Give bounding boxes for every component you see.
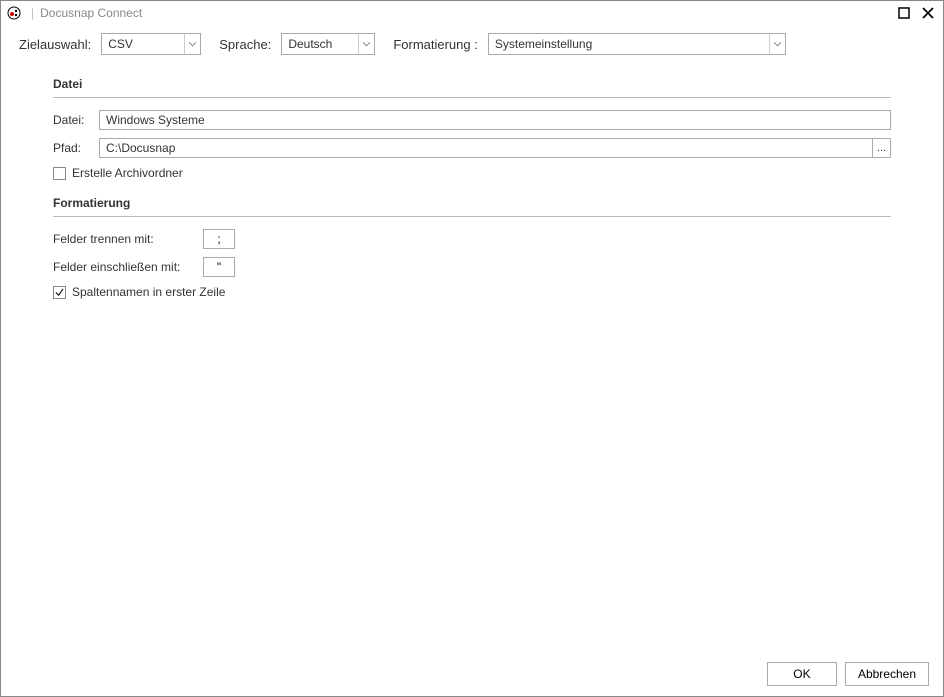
zielauswahl-combo[interactable]: CSV: [101, 33, 201, 55]
chevron-down-icon[interactable]: [184, 34, 200, 54]
formatierung-label: Formatierung :: [393, 37, 478, 52]
datei-section: Datei Datei: Pfad: ... Erstelle Archivor…: [1, 67, 943, 180]
formatierung-section: Formatierung Felder trennen mit: Felder …: [1, 186, 943, 299]
sprache-combo[interactable]: Deutsch: [281, 33, 375, 55]
zielauswahl-value: CSV: [102, 34, 184, 54]
close-button[interactable]: [919, 4, 937, 22]
browse-button[interactable]: ...: [873, 138, 891, 158]
einschliessen-input[interactable]: [203, 257, 235, 277]
spaltennamen-checkbox-label: Spaltennamen in erster Zeile: [72, 285, 225, 299]
datei-input[interactable]: [99, 110, 891, 130]
top-selector-row: Zielauswahl: CSV Sprache: Deutsch Format…: [1, 25, 943, 67]
cancel-button[interactable]: Abbrechen: [845, 662, 929, 686]
app-icon: [7, 6, 21, 20]
formatierung-combo[interactable]: Systemeinstellung: [488, 33, 786, 55]
footer-buttons: OK Abbrechen: [767, 662, 929, 686]
chevron-down-icon[interactable]: [769, 34, 785, 54]
sprache-value: Deutsch: [282, 34, 358, 54]
datei-label: Datei:: [53, 113, 99, 127]
spaltennamen-checkbox[interactable]: [53, 286, 66, 299]
titlebar: | Docusnap Connect: [1, 1, 943, 25]
archiv-checkbox-label: Erstelle Archivordner: [72, 166, 183, 180]
window-title: Docusnap Connect: [40, 6, 142, 20]
pfad-input[interactable]: [99, 138, 873, 158]
pfad-label: Pfad:: [53, 141, 99, 155]
datei-section-title: Datei: [53, 67, 891, 97]
trennen-label: Felder trennen mit:: [53, 232, 203, 246]
formatierung-section-title: Formatierung: [53, 186, 891, 216]
archiv-checkbox[interactable]: [53, 167, 66, 180]
maximize-button[interactable]: [895, 4, 913, 22]
title-separator: |: [31, 6, 34, 20]
sprache-label: Sprache:: [219, 37, 271, 52]
formatierung-value: Systemeinstellung: [489, 34, 769, 54]
ok-button[interactable]: OK: [767, 662, 837, 686]
chevron-down-icon[interactable]: [358, 34, 374, 54]
einschliessen-label: Felder einschließen mit:: [53, 260, 203, 274]
trennen-input[interactable]: [203, 229, 235, 249]
zielauswahl-label: Zielauswahl:: [19, 37, 91, 52]
